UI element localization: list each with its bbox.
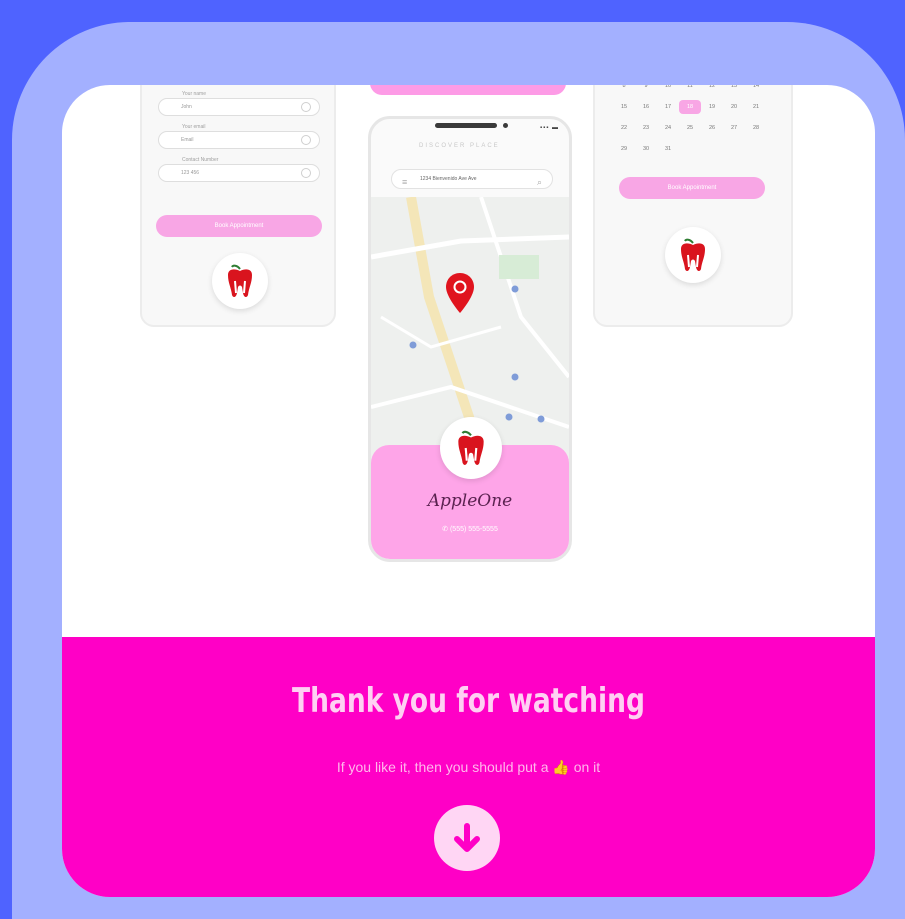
calendar-day[interactable]: 10 (657, 85, 679, 93)
calendar-day[interactable]: 11 (679, 85, 701, 93)
phone-mockup-calendar: 8 9 10 11 12 13 14 15 16 17 18 19 20 21 … (593, 85, 793, 327)
brand-name: AppleOne (427, 491, 513, 511)
calendar-day[interactable]: 30 (635, 142, 657, 156)
field-value: Email (181, 137, 194, 143)
calendar-day[interactable]: 8 (613, 85, 635, 93)
name-field[interactable]: John (158, 98, 320, 116)
calendar-day[interactable]: 19 (701, 100, 723, 114)
calendar-day[interactable]: 23 (635, 121, 657, 135)
phone-mockup-map: ▪▪▪ ▬ DISCOVER PLACE ≡ 1234 Bienvenido A… (368, 116, 572, 562)
signal-icon: ▪▪▪ ▬ (539, 125, 559, 131)
form-group-contact: Contact Number 123 456 (158, 157, 320, 182)
field-label: Contact Number (182, 157, 219, 163)
location-card: AppleOne ✆ (555) 555-5555 (371, 417, 569, 559)
map-header: DISCOVER PLACE (419, 143, 500, 149)
calendar-day[interactable]: 27 (723, 121, 745, 135)
field-label: Your name (182, 91, 206, 97)
calendar-day[interactable]: 20 (723, 100, 745, 114)
contact-number-field[interactable]: 123 456 (158, 164, 320, 182)
phone-mockup-form: Your name John Your email Email Contact … (140, 85, 336, 327)
email-field[interactable]: Email (158, 131, 320, 149)
calendar-row: 29 30 31 (613, 142, 773, 163)
calendar-day[interactable]: 13 (723, 85, 745, 93)
field-value: John (181, 104, 192, 110)
calendar-day[interactable]: 14 (745, 85, 767, 93)
field-value: 123 456 (181, 170, 200, 176)
calendar-day[interactable]: 9 (635, 85, 657, 93)
scroll-down-button[interactable] (434, 805, 500, 871)
calendar-day[interactable]: 15 (613, 100, 635, 114)
camera-dot (503, 123, 508, 128)
calendar-day[interactable]: 22 (613, 121, 635, 135)
calendar-day[interactable]: 17 (657, 100, 679, 114)
calendar-day[interactable]: 25 (679, 121, 701, 135)
content-card: Your name John Your email Email Contact … (62, 85, 875, 897)
arrow-down-circle-icon (454, 823, 480, 852)
speaker-notch (435, 123, 497, 128)
logo-badge (665, 227, 721, 283)
calendar-row: 8 9 10 11 12 13 14 (613, 85, 773, 100)
apple-tooth-logo-icon (458, 430, 484, 465)
apple-tooth-logo-icon (681, 238, 705, 272)
phone-number[interactable]: ✆ (555) 555-5555 (371, 525, 569, 533)
menu-icon[interactable]: ≡ (402, 173, 407, 191)
calendar-row: 15 16 17 18 19 20 21 (613, 100, 773, 121)
search-icon[interactable]: ⌕ (537, 173, 542, 191)
calendar-day[interactable]: 24 (657, 121, 679, 135)
calendar-day[interactable]: 12 (701, 85, 723, 93)
apple-tooth-logo-icon (228, 264, 252, 298)
banner-subtitle: If you like it, then you should put a 👍 … (336, 759, 601, 775)
calendar-day[interactable]: 29 (613, 142, 635, 156)
form-group-email: Your email Email (158, 124, 320, 149)
calendar-day[interactable]: 28 (745, 121, 767, 135)
logo-badge (440, 417, 502, 479)
book-appointment-button[interactable]: Book Appointment (619, 177, 765, 199)
map-pin-icon (446, 273, 474, 313)
user-icon (301, 102, 311, 112)
calendar-grid: 8 9 10 11 12 13 14 15 16 17 18 19 20 21 … (613, 85, 773, 163)
status-bar: ▪▪▪ ▬ (371, 119, 569, 137)
field-label: Your email (182, 124, 206, 130)
logo-badge (212, 253, 268, 309)
calendar-day[interactable]: 16 (635, 100, 657, 114)
calendar-row: 22 23 24 25 26 27 28 (613, 121, 773, 142)
book-appointment-button[interactable]: Book Appointment (156, 215, 322, 237)
banner-title: Thank you for watching (292, 681, 645, 721)
map-search-input[interactable]: ≡ 1234 Bienvenido Ave Ave ⌕ (391, 169, 553, 189)
mail-icon (301, 135, 311, 145)
calendar-day-selected[interactable]: 18 (679, 100, 701, 114)
calendar-day[interactable]: 21 (745, 100, 767, 114)
phone-bottom-strip (370, 85, 566, 95)
phone-icon (301, 168, 311, 178)
thank-you-banner: Thank you for watching If you like it, t… (62, 637, 875, 897)
calendar-day[interactable]: 26 (701, 121, 723, 135)
search-value: 1234 Bienvenido Ave Ave (420, 176, 477, 182)
calendar-day[interactable]: 31 (657, 142, 679, 156)
form-group-name: Your name John (158, 91, 320, 116)
